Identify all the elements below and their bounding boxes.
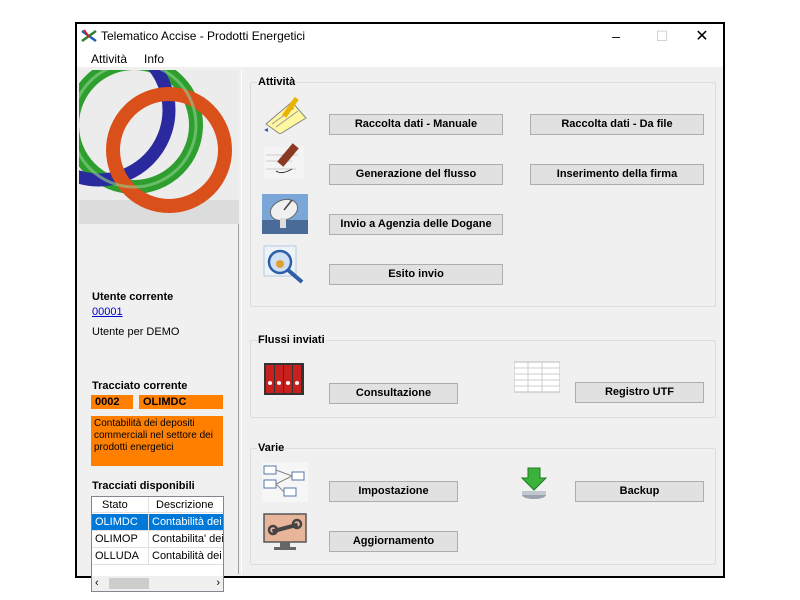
utente-title: Utente corrente <box>92 291 174 303</box>
invio-agenzia-button[interactable]: Invio a Agenzia delle Dogane <box>329 214 503 235</box>
group-attivita-title: Attività <box>257 76 297 88</box>
col-stato-header[interactable]: Stato <box>102 499 128 511</box>
title-bar: Telematico Accise - Prodotti Energetici … <box>77 24 723 48</box>
utente-code-link[interactable]: 00001 <box>92 306 123 318</box>
disponibili-title: Tracciati disponibili <box>92 480 195 492</box>
row-code: OLLUDA <box>95 550 140 562</box>
binders-archive-icon <box>264 363 304 395</box>
list-row-olimdc[interactable]: OLIMDC Contabilità dei depositi <box>92 514 223 531</box>
menu-info[interactable]: Info <box>144 52 164 66</box>
minimize-button[interactable]: – <box>593 24 639 48</box>
backup-button[interactable]: Backup <box>575 481 704 502</box>
fountain-pen-icon <box>264 143 304 179</box>
wrench-monitor-icon <box>263 513 307 550</box>
tracciato-title: Tracciato corrente <box>92 380 188 392</box>
aggiornamento-button[interactable]: Aggiornamento <box>329 531 458 552</box>
menu-bar: Attività Info <box>77 48 723 68</box>
scroll-thumb[interactable] <box>109 578 149 589</box>
tracciati-list[interactable]: Stato Descrizione OLIMDC Contabilità dei… <box>91 496 224 592</box>
list-header: Stato Descrizione <box>92 497 223 513</box>
main-area: Attività Raccolta dati - Manuale Raccolt… <box>241 70 723 574</box>
notepad-pencil-icon <box>264 96 307 134</box>
tracciato-desc: Contabilità dei depositi commerciali nel… <box>91 416 223 466</box>
row-code: OLIMDC <box>95 516 138 528</box>
close-button[interactable]: ✕ <box>679 24 725 48</box>
app-window: Telematico Accise - Prodotti Energetici … <box>75 22 725 592</box>
left-panel: Utente corrente 00001 Utente per DEMO Tr… <box>79 70 239 592</box>
satellite-dish-icon <box>262 194 308 234</box>
group-varie-title: Varie <box>257 442 286 454</box>
group-flussi <box>250 340 716 418</box>
column-separator <box>148 497 149 565</box>
rings-logo-image <box>79 70 239 224</box>
magnifier-search-icon <box>263 245 304 284</box>
backup-download-icon <box>520 467 548 499</box>
esito-invio-button[interactable]: Esito invio <box>329 264 503 285</box>
tracciato-code: 0002 <box>91 395 133 409</box>
menu-attivita[interactable]: Attività <box>91 52 127 66</box>
generazione-flusso-button[interactable]: Generazione del flusso <box>329 164 503 185</box>
group-flussi-title: Flussi inviati <box>257 334 326 346</box>
registro-utf-button[interactable]: Registro UTF <box>575 382 704 403</box>
row-desc: Contabilità dei depositi <box>152 516 223 528</box>
list-row-olimop[interactable]: OLIMOP Contabilita' dei depositi <box>92 531 223 548</box>
tracciato-name: OLIMDC <box>139 395 223 409</box>
app-logo-icon <box>81 29 97 43</box>
col-descrizione-header[interactable]: Descrizione <box>156 499 213 511</box>
utente-desc: Utente per DEMO <box>92 326 180 338</box>
group-varie <box>250 448 716 565</box>
impostazione-button[interactable]: Impostazione <box>329 481 458 502</box>
raccolta-file-button[interactable]: Raccolta dati - Da file <box>530 114 704 135</box>
window-title: Telematico Accise - Prodotti Energetici <box>101 29 306 43</box>
horizontal-scrollbar[interactable]: ‹ › <box>92 576 223 591</box>
consultazione-button[interactable]: Consultazione <box>329 383 458 404</box>
settings-diagram-icon <box>262 462 308 502</box>
scroll-right-icon[interactable]: › <box>216 577 220 589</box>
raccolta-manuale-button[interactable]: Raccolta dati - Manuale <box>329 114 503 135</box>
spreadsheet-register-icon <box>514 361 560 393</box>
row-desc: Contabilità dei depositi <box>152 550 223 562</box>
row-code: OLIMOP <box>95 533 138 545</box>
inserimento-firma-button[interactable]: Inserimento della firma <box>530 164 704 185</box>
list-row-olluda[interactable]: OLLUDA Contabilità dei depositi <box>92 548 223 565</box>
scroll-left-icon[interactable]: ‹ <box>95 577 99 589</box>
row-desc: Contabilita' dei depositi <box>152 533 224 545</box>
